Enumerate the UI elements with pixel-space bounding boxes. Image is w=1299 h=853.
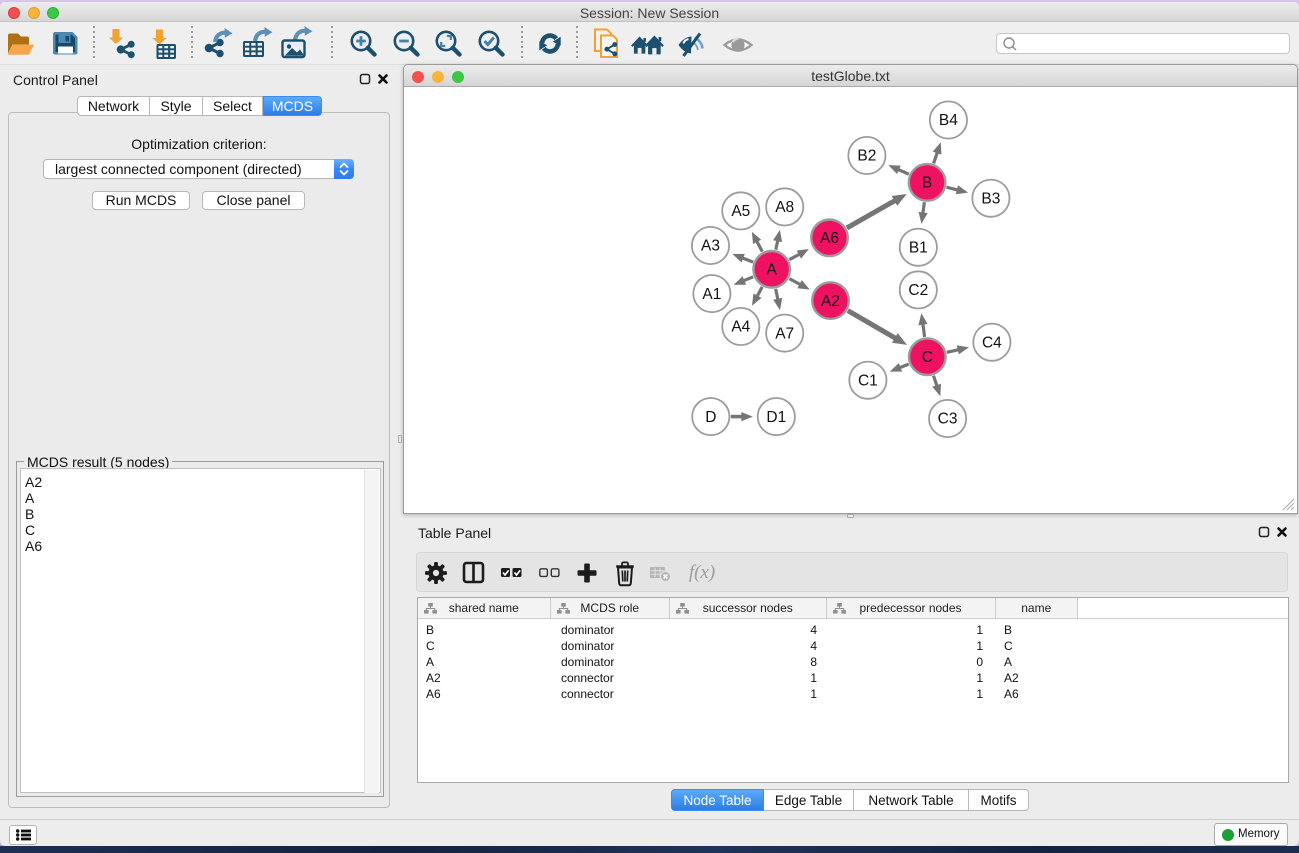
svg-text:A6: A6 (820, 230, 839, 247)
svg-text:A7: A7 (775, 325, 794, 342)
svg-text:C: C (922, 349, 933, 366)
svg-text:B3: B3 (981, 190, 1000, 207)
svg-text:B: B (922, 175, 932, 192)
svg-text:C1: C1 (858, 372, 878, 389)
svg-text:B4: B4 (939, 112, 958, 129)
svg-text:A2: A2 (821, 293, 840, 310)
svg-text:D1: D1 (766, 409, 786, 426)
svg-text:A4: A4 (731, 319, 750, 336)
svg-text:C4: C4 (982, 334, 1002, 351)
svg-text:B1: B1 (909, 239, 928, 256)
svg-text:B2: B2 (857, 148, 876, 165)
svg-text:A1: A1 (702, 286, 721, 303)
svg-text:C3: C3 (938, 411, 958, 428)
svg-text:A5: A5 (731, 203, 750, 220)
svg-text:A: A (767, 262, 778, 279)
svg-text:A3: A3 (701, 238, 720, 255)
svg-text:A8: A8 (775, 199, 794, 216)
svg-text:C2: C2 (908, 282, 928, 299)
svg-text:D: D (705, 409, 716, 426)
